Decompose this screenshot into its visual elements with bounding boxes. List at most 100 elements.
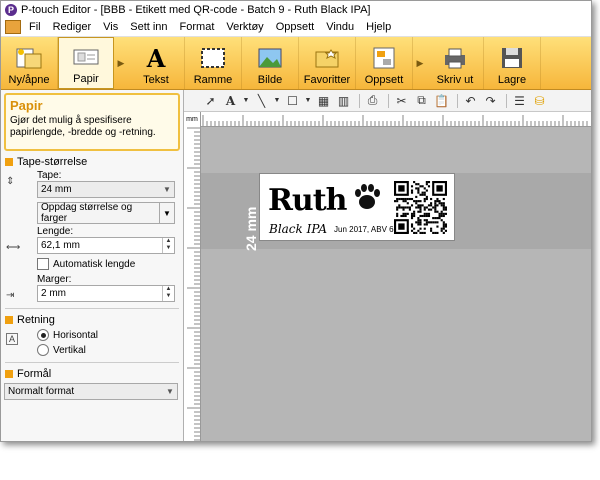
tape-size-indicator: 24 mm <box>243 206 259 251</box>
favorites-label: Favoritter <box>303 74 351 86</box>
margin-icon: ⇥ <box>6 290 15 301</box>
menu-view[interactable]: Vis <box>97 21 124 33</box>
tape-size-section: Tape-størrelse <box>5 156 183 168</box>
layout-button[interactable]: Oppsett <box>356 37 413 89</box>
menu-window[interactable]: Vindu <box>320 21 360 33</box>
menu-edit[interactable]: Rediger <box>47 21 98 33</box>
format-select[interactable]: Normalt format ▼ <box>4 383 178 400</box>
radio-selected-icon <box>37 329 49 341</box>
frame-button[interactable]: Ramme <box>185 37 242 89</box>
spin-up-icon: ▲ <box>165 286 172 292</box>
menu-file[interactable]: Fil <box>23 21 47 33</box>
detect-size-label: Oppdag størrelse og farger <box>41 202 133 224</box>
menu-help[interactable]: Hjelp <box>360 21 397 33</box>
layout-icon <box>369 45 399 71</box>
tape-select[interactable]: 24 mm ▼ <box>37 181 175 198</box>
text-icon: A <box>146 43 166 73</box>
document-menu-icon[interactable] <box>5 20 21 34</box>
table-tool-icon[interactable]: ▦ <box>315 93 332 109</box>
spin-up-icon: ▲ <box>165 238 172 244</box>
undo-icon[interactable]: ↶ <box>462 93 479 109</box>
help-text: Gjør det mulig å spesifisere papirlengde… <box>10 115 156 138</box>
qr-finder-pattern <box>394 181 409 196</box>
chevron-down-icon[interactable]: ▼ <box>273 93 281 109</box>
cut-icon[interactable]: ✂ <box>393 93 410 109</box>
ribbon-arrow-icon: ▶ <box>416 57 424 68</box>
window-title: P-touch Editor - [BBB - Etikett med QR-c… <box>21 3 371 16</box>
print-preview-icon[interactable]: ⎙ <box>364 93 381 109</box>
horizontal-ruler <box>201 112 591 127</box>
menu-setup[interactable]: Oppsett <box>270 21 321 33</box>
text-button[interactable]: A Tekst <box>128 37 185 89</box>
toolbar-separator <box>359 93 360 108</box>
paper-label: Papir <box>73 73 99 85</box>
tape-select-value: 24 mm <box>41 184 72 195</box>
pointer-icon[interactable]: ➚ <box>202 93 219 109</box>
ribbon-toolbar: Ny/åpne Papir ▶ A Tekst Ramme Bilde Favo… <box>1 37 591 90</box>
print-label: Skriv ut <box>436 74 474 86</box>
copy-icon[interactable]: ⧉ <box>413 93 430 109</box>
ribbon-arrow-icon: ▶ <box>117 57 125 68</box>
menu-tools[interactable]: Verktøy <box>220 21 269 33</box>
detect-size-button[interactable]: Oppdag størrelse og farger <box>37 202 160 224</box>
align-icon[interactable]: ☰ <box>511 93 528 109</box>
app-window: P P-touch Editor - [BBB - Etikett med QR… <box>0 0 592 442</box>
horizontal-label: Horisontal <box>53 329 99 341</box>
margin-label: Marger: <box>37 274 72 285</box>
frame-icon <box>198 45 228 71</box>
menu-format[interactable]: Format <box>174 21 221 33</box>
label-title[interactable]: Ruth <box>268 183 347 218</box>
detect-size-dropdown[interactable]: ▼ <box>160 202 175 224</box>
print-button[interactable]: Skriv ut <box>427 37 484 89</box>
chevron-down-icon[interactable]: ▼ <box>242 93 250 109</box>
margin-input[interactable]: 2 mm ▲ ▼ <box>37 285 175 302</box>
label-subtitle[interactable]: Black IPA <box>269 222 327 236</box>
length-spinner[interactable]: ▲ ▼ <box>162 238 174 253</box>
paper-button[interactable]: Papir <box>58 37 114 89</box>
barcode-tool-icon[interactable]: ▥ <box>335 93 352 109</box>
chevron-down-icon[interactable]: ▼ <box>304 93 312 109</box>
paper-icon <box>71 44 101 70</box>
title-bar: P P-touch Editor - [BBB - Etikett med QR… <box>1 1 591 18</box>
paw-print-icon[interactable] <box>352 183 382 211</box>
favorites-button[interactable]: Favoritter <box>299 37 356 89</box>
layout-canvas[interactable]: 24 mm Ruth Black IPA Jun 2017, ABV 6,3%, <box>201 127 591 441</box>
print-icon <box>440 45 470 71</box>
qr-code[interactable] <box>394 180 447 235</box>
paste-icon[interactable]: 📋 <box>433 93 450 109</box>
spin-down-icon: ▼ <box>165 245 172 251</box>
line-tool-icon[interactable]: ╲ <box>253 93 270 109</box>
database-icon[interactable]: ⛁ <box>531 93 548 109</box>
redo-icon[interactable]: ↷ <box>482 93 499 109</box>
margin-spinner[interactable]: ▲ ▼ <box>162 286 174 301</box>
orientation-icon: A <box>6 333 19 345</box>
menu-bar: Fil Rediger Vis Sett inn Format Verktøy … <box>1 18 591 37</box>
format-heading: Formål <box>17 368 52 380</box>
horizontal-radio[interactable]: Horisontal <box>37 329 183 341</box>
frame-label: Ramme <box>193 74 233 86</box>
text-label: Tekst <box>143 74 169 86</box>
menu-insert[interactable]: Sett inn <box>124 21 173 33</box>
length-label: Lengde: <box>37 226 74 237</box>
radio-unselected-icon <box>37 344 49 356</box>
new-open-label: Ny/åpne <box>8 74 50 86</box>
ruler-unit: mm <box>184 112 201 127</box>
label-preview[interactable]: Ruth Black IPA Jun 2017, ABV 6,3%, <box>259 173 455 241</box>
vertical-ruler <box>184 126 201 441</box>
main-content: Papir Gjør det mulig å spesifisere papir… <box>1 90 591 441</box>
new-open-button[interactable]: Ny/åpne <box>1 37 58 89</box>
section-bullet-icon <box>5 316 13 324</box>
save-button[interactable]: Lagre <box>484 37 541 89</box>
picture-button[interactable]: Bilde <box>242 37 299 89</box>
length-input[interactable]: 62,1 mm ▲ ▼ <box>37 237 175 254</box>
toolbar-separator <box>388 93 389 108</box>
chevron-down-icon: ▼ <box>166 387 174 396</box>
checkbox-box <box>37 258 49 270</box>
properties-sidebar: Papir Gjør det mulig å spesifisere papir… <box>1 90 184 441</box>
favorites-icon <box>312 45 342 71</box>
auto-length-checkbox[interactable]: Automatisk lengde <box>37 258 183 270</box>
vertical-radio[interactable]: Vertikal <box>37 344 183 356</box>
text-tool-icon[interactable]: A <box>222 93 239 109</box>
shape-tool-icon[interactable]: ☐ <box>284 93 301 109</box>
margin-value: 2 mm <box>41 288 66 299</box>
